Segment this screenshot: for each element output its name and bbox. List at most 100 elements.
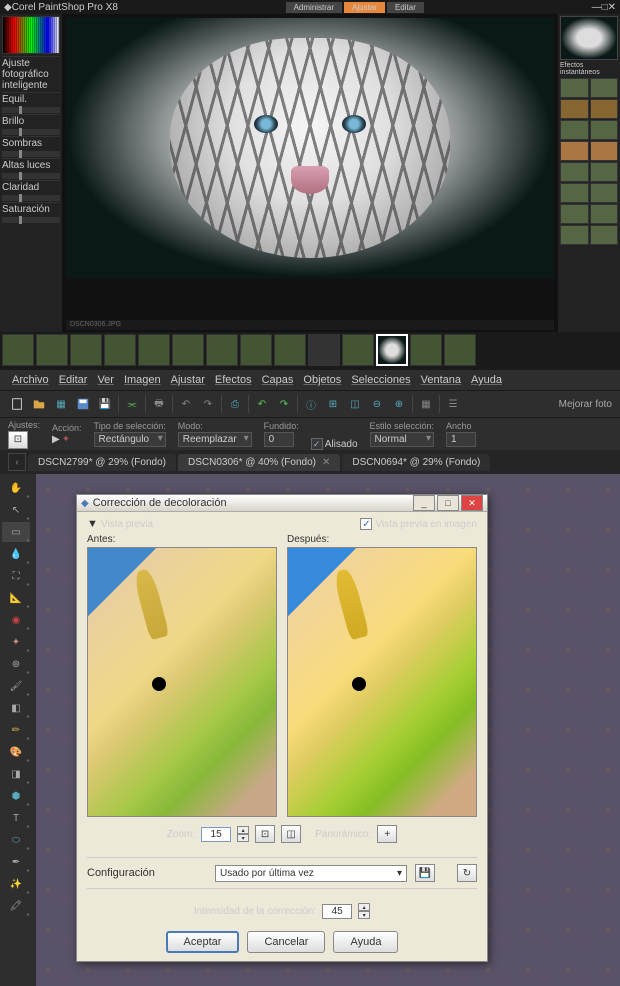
dialog-close-icon[interactable]: ✕	[461, 495, 483, 511]
back-button[interactable]: ‹	[8, 453, 26, 471]
clone-tool[interactable]: ⊛	[2, 654, 30, 674]
gradient-tool[interactable]: ◧	[2, 698, 30, 718]
thumb[interactable]	[172, 334, 204, 366]
fit-icon[interactable]: ◫	[346, 395, 364, 413]
zoom-down[interactable]: ▾	[237, 834, 249, 842]
redo-icon[interactable]: ↷	[199, 395, 217, 413]
config-select[interactable]: Usado por última vez	[215, 865, 407, 882]
thumb[interactable]	[308, 334, 340, 366]
preset-thumb[interactable]	[560, 183, 589, 203]
ruler-icon[interactable]: ▦	[417, 395, 435, 413]
close-icon[interactable]: ✕	[608, 2, 616, 13]
thumb[interactable]	[70, 334, 102, 366]
adj-slider[interactable]	[2, 107, 60, 113]
thumb[interactable]	[342, 334, 374, 366]
doc-tab[interactable]: DSCN0694* @ 29% (Fondo)	[342, 454, 490, 471]
save-preset-icon[interactable]: 💾	[415, 864, 435, 882]
preset-thumb[interactable]	[560, 78, 589, 98]
save-icon[interactable]	[74, 395, 92, 413]
undo2-icon[interactable]: ↶	[253, 395, 271, 413]
print-icon[interactable]: 🖶	[150, 395, 168, 413]
saveas-icon[interactable]: 💾	[96, 395, 114, 413]
action-icon[interactable]: ▶	[52, 434, 60, 445]
zoom-100-icon[interactable]: ◫	[281, 825, 301, 843]
shape-tool[interactable]: ⬭	[2, 830, 30, 850]
doc-tab-active[interactable]: DSCN0306* @ 40% (Fondo)✕	[178, 454, 340, 471]
doc-tab[interactable]: DSCN2799* @ 29% (Fondo)	[28, 454, 176, 471]
intensity-input[interactable]	[322, 904, 352, 919]
preset-thumb[interactable]	[590, 78, 619, 98]
redo2-icon[interactable]: ↷	[275, 395, 293, 413]
open-icon[interactable]	[30, 395, 48, 413]
minimize-icon[interactable]: —	[592, 2, 602, 13]
preset-thumb[interactable]	[590, 120, 619, 140]
lighten-tool[interactable]: ✏	[2, 720, 30, 740]
antialias-check[interactable]: ✓	[311, 438, 323, 450]
smartbrush-tool[interactable]: ✨	[2, 874, 30, 894]
new-icon[interactable]	[8, 395, 26, 413]
text-tool[interactable]: T	[2, 808, 30, 828]
makeover-tool[interactable]: ✦	[2, 632, 30, 652]
cancel-button[interactable]: Cancelar	[247, 931, 325, 953]
zoom-fit-icon[interactable]: ⊡	[255, 825, 275, 843]
main-canvas[interactable]: DSCN0306.JPG	[62, 14, 558, 332]
preset-thumb[interactable]	[590, 225, 619, 245]
thumb[interactable]	[206, 334, 238, 366]
menu-efectos[interactable]: Efectos	[211, 372, 256, 388]
thumb[interactable]	[104, 334, 136, 366]
crop-tool[interactable]: ⛶	[2, 566, 30, 586]
help-button[interactable]: Ayuda	[333, 931, 398, 953]
selstyle-select[interactable]: Normal	[370, 432, 435, 447]
screenshot-icon[interactable]: ⎙	[226, 395, 244, 413]
menu-ayuda[interactable]: Ayuda	[467, 372, 506, 388]
histogram[interactable]	[2, 16, 60, 54]
zoom-up[interactable]: ▴	[237, 826, 249, 834]
colorchange-tool[interactable]: 🎨	[2, 742, 30, 762]
info-icon[interactable]: ⓘ	[302, 395, 320, 413]
navigator-thumb[interactable]	[560, 16, 618, 60]
tab-administrar[interactable]: Administrar	[286, 2, 342, 13]
menu-capas[interactable]: Capas	[258, 372, 298, 388]
panoramic-button[interactable]: +	[377, 825, 397, 843]
preset-thumb[interactable]	[560, 162, 589, 182]
preset-btn[interactable]: ⊡	[8, 431, 28, 449]
preset-thumb[interactable]	[590, 99, 619, 119]
after-preview[interactable]	[287, 547, 477, 817]
menu-editar[interactable]: Editar	[55, 372, 92, 388]
zoom-input[interactable]	[201, 827, 231, 842]
preset-thumb[interactable]	[560, 120, 589, 140]
before-preview[interactable]	[87, 547, 277, 817]
menu-ventana[interactable]: Ventana	[417, 372, 465, 388]
layers-icon[interactable]: ☰	[444, 395, 462, 413]
blend-input[interactable]	[264, 432, 294, 447]
straighten-tool[interactable]: 📐	[2, 588, 30, 608]
picturetube-tool[interactable]: ⬢	[2, 786, 30, 806]
menu-imagen[interactable]: Imagen	[120, 372, 165, 388]
width-input[interactable]	[446, 432, 476, 447]
thumb[interactable]	[2, 334, 34, 366]
thumb[interactable]	[36, 334, 68, 366]
preset-thumb[interactable]	[590, 141, 619, 161]
paint-tool[interactable]: 🖌	[2, 676, 30, 696]
thumb-selected[interactable]	[376, 334, 408, 366]
oilbrush-tool[interactable]: 🖍	[2, 896, 30, 916]
dialog-max-icon[interactable]: □	[437, 495, 459, 511]
thumb[interactable]	[240, 334, 272, 366]
selection-tool[interactable]: ▭	[2, 522, 30, 542]
redeye-tool[interactable]: ◉	[2, 610, 30, 630]
accept-button[interactable]: Aceptar	[166, 931, 240, 953]
intensity-down[interactable]: ▾	[358, 911, 370, 919]
thumb[interactable]	[410, 334, 442, 366]
preview-toggle[interactable]: ▼ Vista previa	[87, 518, 153, 530]
close-tab-icon[interactable]: ✕	[322, 457, 330, 468]
zoomout-icon[interactable]: ⊖	[368, 395, 386, 413]
preset-thumb[interactable]	[560, 141, 589, 161]
preset-thumb[interactable]	[560, 204, 589, 224]
zoomin-icon[interactable]: ⊕	[390, 395, 408, 413]
preset-thumb[interactable]	[560, 225, 589, 245]
mode-select[interactable]: Reemplazar	[178, 432, 252, 447]
dialog-titlebar[interactable]: ◆ Corrección de decoloración _ □ ✕	[77, 495, 487, 512]
improve-button[interactable]: Mejorar foto	[559, 399, 612, 410]
adj-slider[interactable]	[2, 129, 60, 135]
preview-in-image-check[interactable]: ✓ Vista previa en imagen	[360, 518, 477, 530]
